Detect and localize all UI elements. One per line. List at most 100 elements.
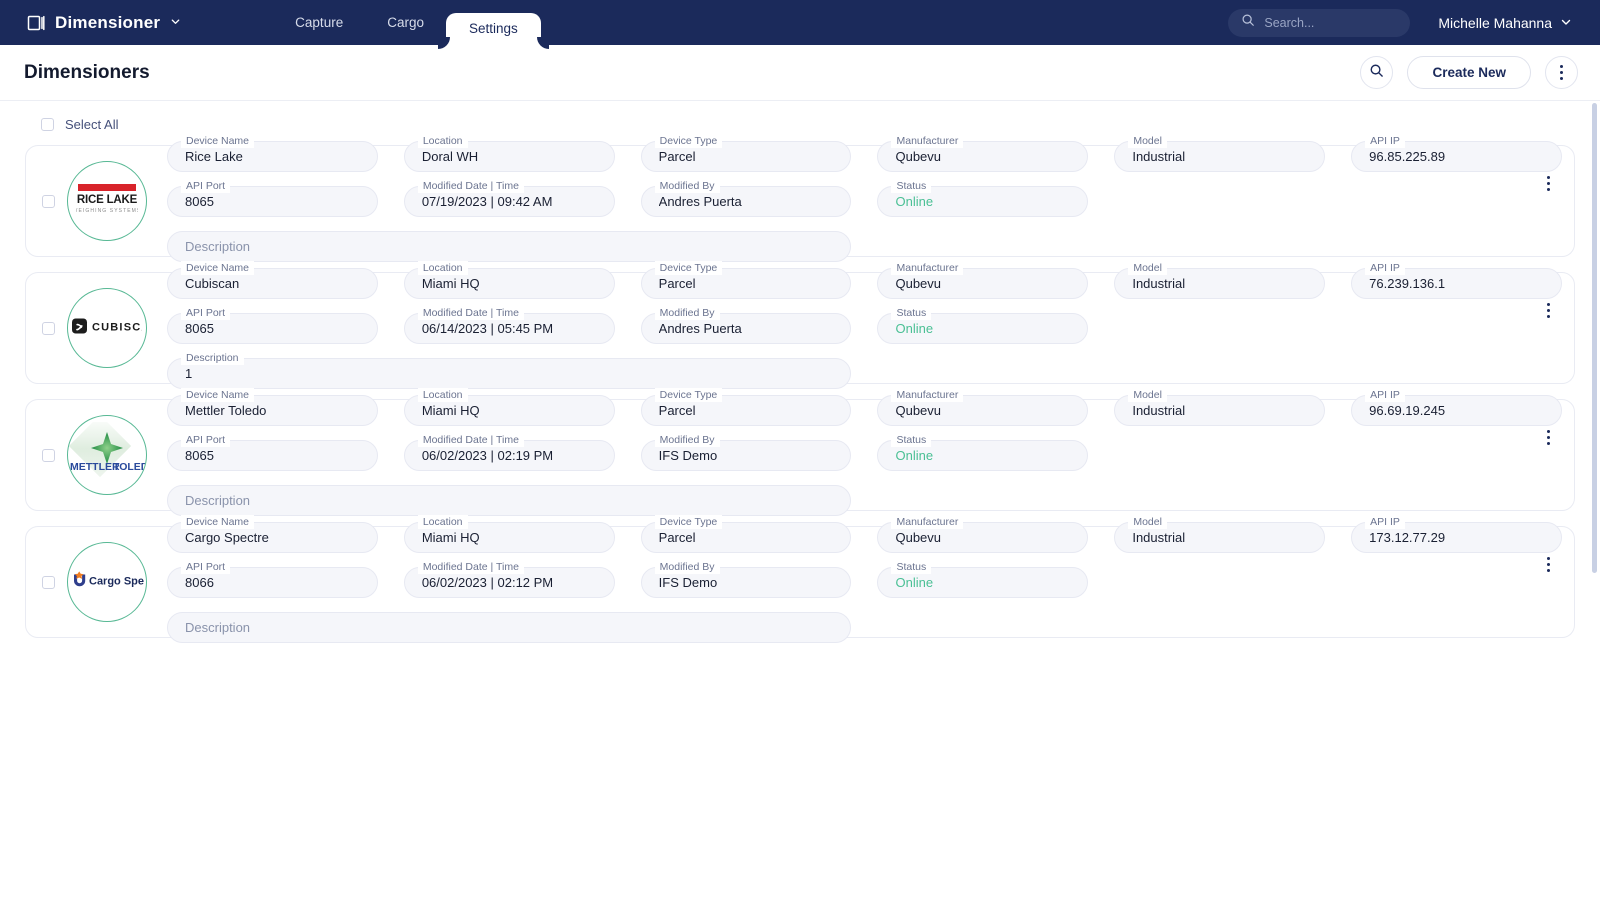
field-value-description: Description [185, 231, 837, 262]
svg-text:CUBISCAN: CUBISCAN [92, 321, 142, 333]
field-description[interactable]: Description [167, 612, 851, 643]
cargo-spectre-logo: Cargo Spectre [70, 569, 144, 596]
dimensioner-card[interactable]: METTLER TOLEDO Device Name Mettler Toled… [25, 399, 1575, 511]
rice-lake-logo: RICE LAKE WEIGHING SYSTEMS [76, 182, 138, 221]
card-more-menu-button[interactable] [1547, 430, 1550, 445]
field-status[interactable]: Status Online [877, 313, 1088, 344]
field-device-type[interactable]: Device Type Parcel [641, 268, 852, 299]
field-modified-by[interactable]: Modified By IFS Demo [641, 440, 852, 471]
field-value-api-ip: 96.85.225.89 [1369, 141, 1548, 172]
nav-tab-capture[interactable]: Capture [273, 0, 365, 45]
dimensioner-card[interactable]: RICE LAKE WEIGHING SYSTEMS Device Name R… [25, 145, 1575, 257]
field-model[interactable]: Model Industrial [1114, 141, 1325, 172]
field-device-type[interactable]: Device Type Parcel [641, 141, 852, 172]
card-more-menu-button[interactable] [1547, 303, 1550, 318]
user-menu[interactable]: Michelle Mahanna [1438, 15, 1572, 31]
field-value-status: Online [895, 313, 1074, 344]
field-description[interactable]: Description 1 [167, 358, 851, 389]
field-api-port[interactable]: API Port 8066 [167, 567, 378, 598]
field-manufacturer[interactable]: Manufacturer Qubevu [877, 395, 1088, 426]
field-api-ip[interactable]: API IP 96.85.225.89 [1351, 141, 1562, 172]
dimensioner-card[interactable]: CUBISCAN Device Name Cubiscan Location M… [25, 272, 1575, 384]
field-modified-by[interactable]: Modified By Andres Puerta [641, 313, 852, 344]
card-select-checkbox[interactable] [42, 322, 55, 335]
field-description[interactable]: Description [167, 485, 851, 516]
card-select-checkbox[interactable] [42, 576, 55, 589]
field-modified-by[interactable]: Modified By Andres Puerta [641, 186, 852, 217]
field-status[interactable]: Status Online [877, 440, 1088, 471]
card-more-menu-button[interactable] [1547, 176, 1550, 191]
field-manufacturer[interactable]: Manufacturer Qubevu [877, 268, 1088, 299]
field-device-name[interactable]: Device Name Rice Lake [167, 141, 378, 172]
field-value-manufacturer: Qubevu [895, 141, 1074, 172]
chevron-down-icon[interactable] [170, 14, 181, 32]
field-status[interactable]: Status Online [877, 567, 1088, 598]
field-device-type[interactable]: Device Type Parcel [641, 522, 852, 553]
field-model[interactable]: Model Industrial [1114, 395, 1325, 426]
field-location[interactable]: Location Miami HQ [404, 395, 615, 426]
field-device-name[interactable]: Device Name Cubiscan [167, 268, 378, 299]
brand-name: Dimensioner [55, 13, 160, 33]
field-model[interactable]: Model Industrial [1114, 522, 1325, 553]
device-logo-avatar: CUBISCAN [67, 288, 147, 368]
card-select-checkbox[interactable] [42, 195, 55, 208]
field-value-location: Miami HQ [422, 395, 601, 426]
field-value-modified-datetime: 07/19/2023 | 09:42 AM [422, 186, 601, 217]
field-location[interactable]: Location Miami HQ [404, 268, 615, 299]
field-device-name[interactable]: Device Name Cargo Spectre [167, 522, 378, 553]
field-modified-by[interactable]: Modified By IFS Demo [641, 567, 852, 598]
field-api-port[interactable]: API Port 8065 [167, 440, 378, 471]
user-name: Michelle Mahanna [1438, 15, 1552, 31]
field-modified-datetime[interactable]: Modified Date | Time 06/02/2023 | 02:12 … [404, 567, 615, 598]
search-icon [1369, 63, 1384, 83]
create-new-button[interactable]: Create New [1407, 56, 1531, 89]
device-logo-avatar: METTLER TOLEDO [67, 415, 147, 495]
field-modified-datetime[interactable]: Modified Date | Time 06/02/2023 | 02:19 … [404, 440, 615, 471]
field-api-port[interactable]: API Port 8065 [167, 186, 378, 217]
field-device-type[interactable]: Device Type Parcel [641, 395, 852, 426]
field-value-description: Description [185, 485, 837, 516]
card-select-checkbox[interactable] [42, 449, 55, 462]
select-all-checkbox[interactable] [41, 118, 54, 131]
field-modified-datetime[interactable]: Modified Date | Time 06/14/2023 | 05:45 … [404, 313, 615, 344]
nav-tab-settings[interactable]: Settings [446, 13, 541, 45]
field-description[interactable]: Description [167, 231, 851, 262]
card-more-menu-button[interactable] [1547, 557, 1550, 572]
field-value-device-type: Parcel [659, 141, 838, 172]
field-api-ip[interactable]: API IP 76.239.136.1 [1351, 268, 1562, 299]
field-value-model: Industrial [1132, 141, 1311, 172]
search-button[interactable] [1360, 56, 1393, 89]
kebab-menu-icon [1547, 430, 1550, 445]
page-title: Dimensioners [24, 62, 150, 84]
field-status[interactable]: Status Online [877, 186, 1088, 217]
field-value-api-port: 8066 [185, 567, 364, 598]
field-manufacturer[interactable]: Manufacturer Qubevu [877, 522, 1088, 553]
global-search-input[interactable] [1264, 16, 1397, 30]
field-value-device-type: Parcel [659, 268, 838, 299]
field-value-device-type: Parcel [659, 522, 838, 553]
nav-tab-list: Capture Cargo Settings [273, 0, 541, 45]
field-value-device-name: Rice Lake [185, 141, 364, 172]
field-modified-datetime[interactable]: Modified Date | Time 07/19/2023 | 09:42 … [404, 186, 615, 217]
field-location[interactable]: Location Miami HQ [404, 522, 615, 553]
kebab-menu-icon [1547, 557, 1550, 572]
page-scrollbar-thumb[interactable] [1592, 103, 1597, 573]
mettler-toledo-logo: METTLER TOLEDO [68, 422, 146, 489]
field-location[interactable]: Location Doral WH [404, 141, 615, 172]
page-more-menu-button[interactable] [1545, 56, 1578, 89]
card-fields: Device Name Rice Lake Location Doral WH … [167, 141, 1562, 262]
field-device-name[interactable]: Device Name Mettler Toledo [167, 395, 378, 426]
page-scrollbar[interactable] [1592, 103, 1597, 900]
global-search-box[interactable] [1228, 9, 1410, 37]
field-value-modified-by: Andres Puerta [659, 313, 838, 344]
field-value-description: Description [185, 612, 837, 643]
brand-logo[interactable]: Dimensioner [26, 13, 181, 33]
dimensioner-card[interactable]: Cargo Spectre Device Name Cargo Spectre … [25, 526, 1575, 638]
field-api-ip[interactable]: API IP 173.12.77.29 [1351, 522, 1562, 553]
field-api-ip[interactable]: API IP 96.69.19.245 [1351, 395, 1562, 426]
field-api-port[interactable]: API Port 8065 [167, 313, 378, 344]
field-value-description: 1 [185, 358, 837, 389]
chevron-down-icon [1560, 15, 1572, 31]
field-manufacturer[interactable]: Manufacturer Qubevu [877, 141, 1088, 172]
field-model[interactable]: Model Industrial [1114, 268, 1325, 299]
